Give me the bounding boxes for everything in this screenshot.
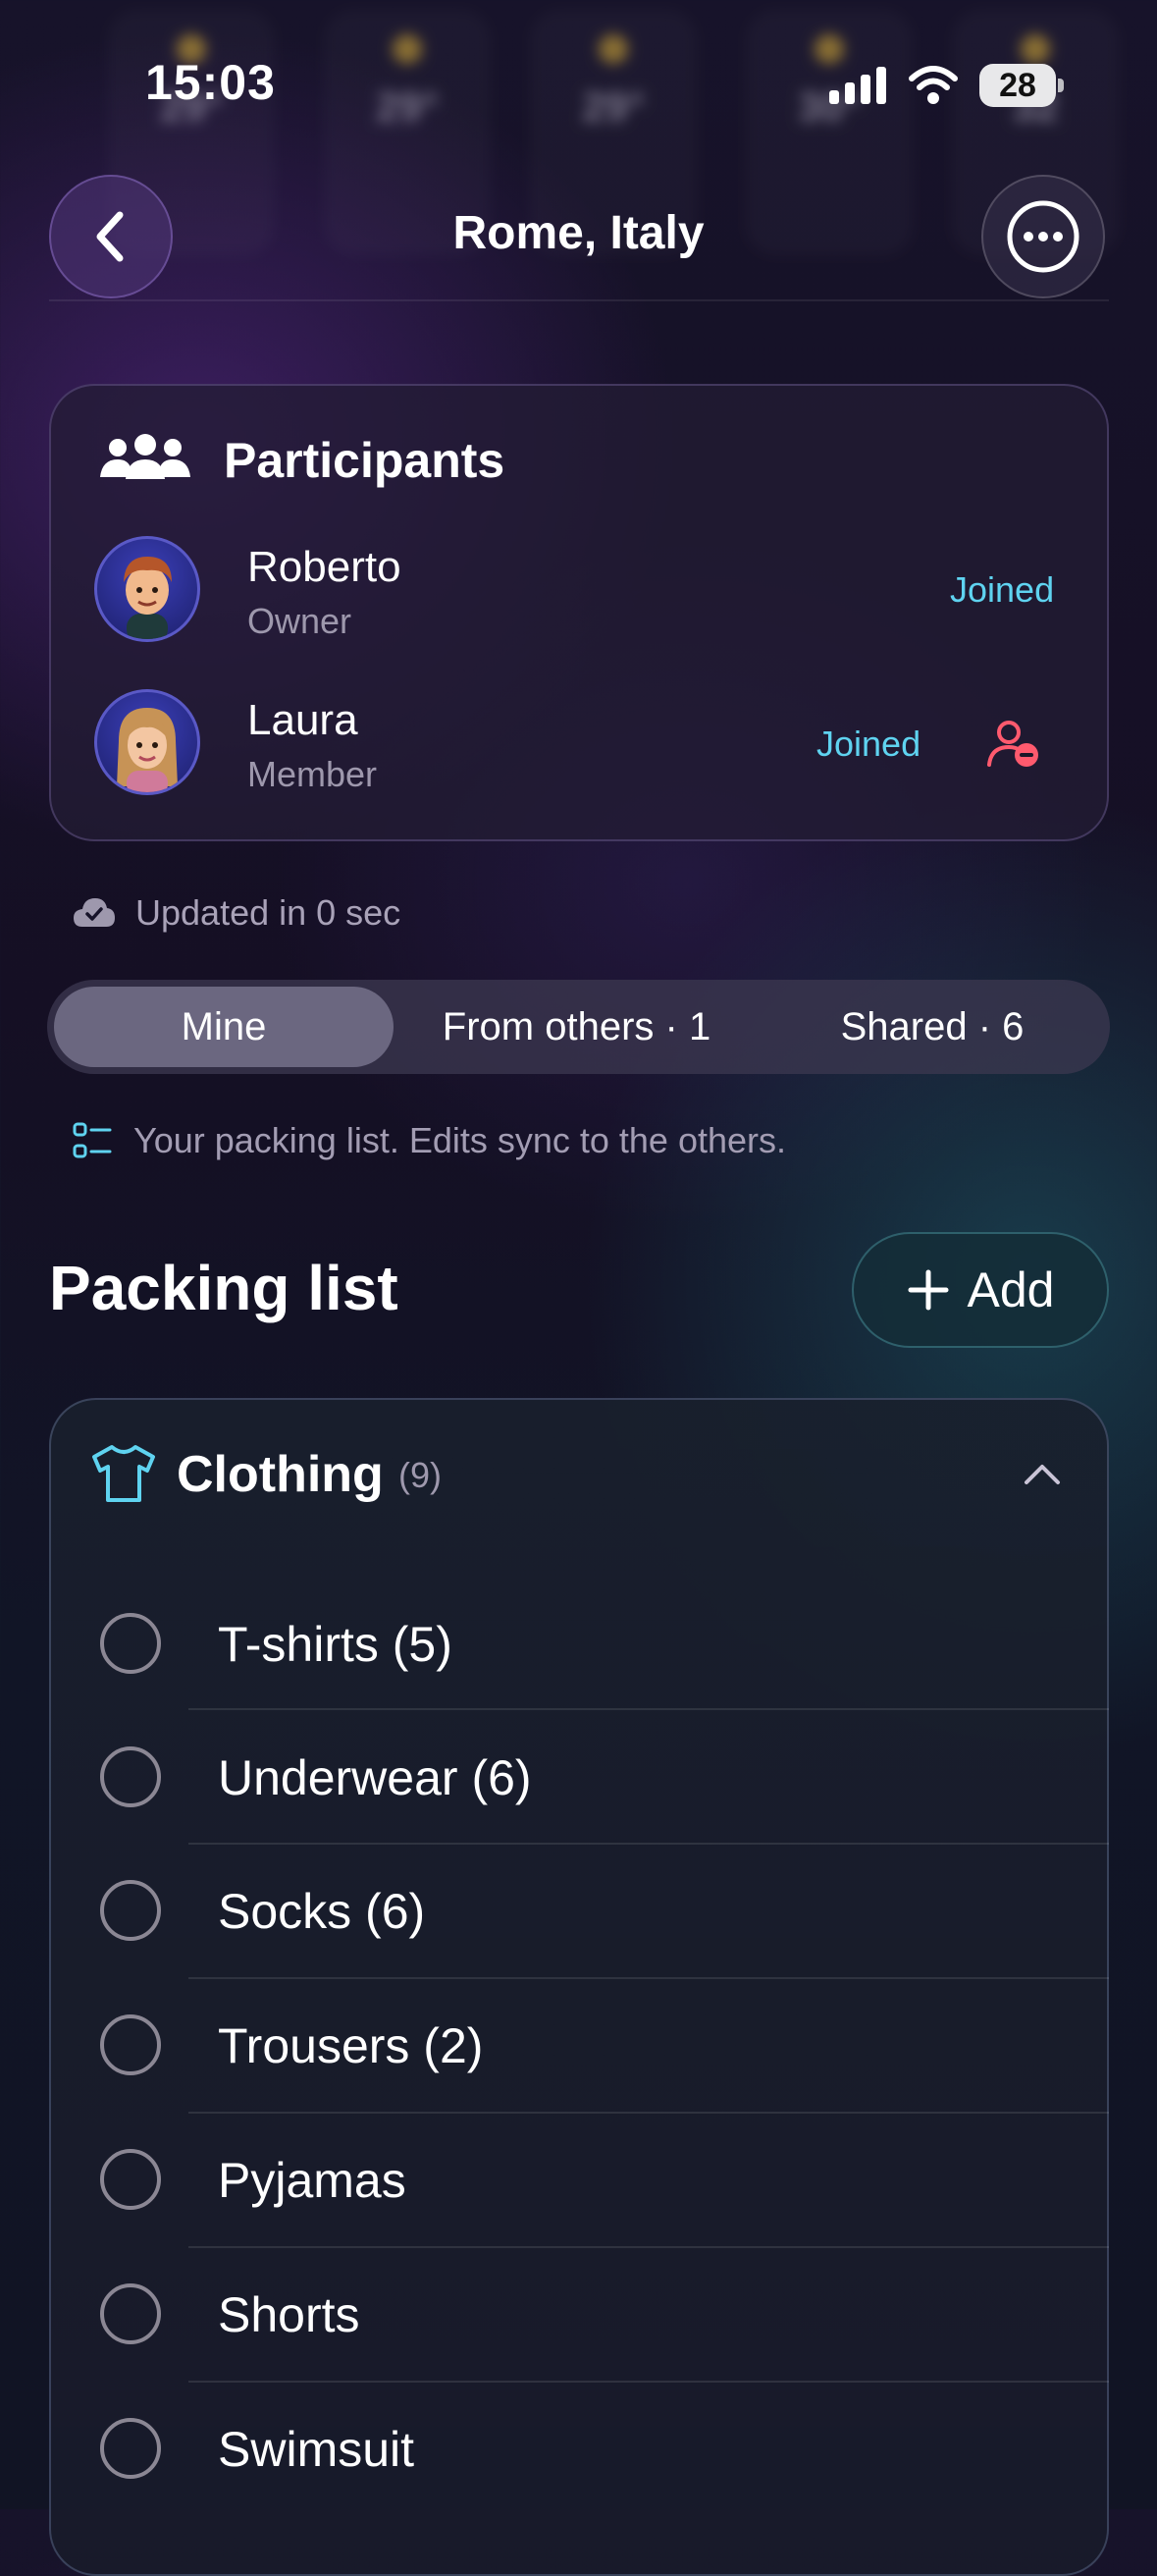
item-checkbox[interactable]: [100, 2418, 161, 2479]
list-item[interactable]: Swimsuit: [218, 2421, 414, 2478]
item-checkbox[interactable]: [100, 1613, 161, 1674]
participant-role: Owner: [247, 601, 352, 641]
item-divider: [188, 2112, 1109, 2114]
tab-hint: Your packing list. Edits sync to the oth…: [133, 1120, 787, 1160]
add-item-button[interactable]: Add: [852, 1232, 1109, 1348]
list-item[interactable]: Pyjamas: [218, 2152, 406, 2209]
category-count: (9): [398, 1455, 442, 1495]
list-item[interactable]: T-shirts (5): [218, 1616, 452, 1673]
packing-list-title: Packing list: [49, 1253, 398, 1323]
item-divider: [188, 1708, 1109, 1710]
checklist-icon: [73, 1122, 112, 1158]
list-item[interactable]: Trousers (2): [218, 2017, 483, 2074]
participant-status: Joined: [950, 569, 1055, 610]
battery-indicator: 28: [979, 64, 1056, 107]
remove-participant-icon[interactable]: [985, 718, 1042, 769]
tshirt-icon: [92, 1445, 155, 1502]
add-button-label: Add: [967, 1262, 1055, 1317]
item-checkbox[interactable]: [100, 2149, 161, 2210]
avatar-illustration: [117, 708, 178, 792]
item-divider: [188, 2246, 1109, 2248]
chevron-up-icon[interactable]: [1023, 1461, 1062, 1486]
participant-name: Laura: [247, 696, 358, 744]
ellipsis-icon: [1007, 200, 1079, 273]
sun-icon: [393, 34, 422, 64]
weather-temp: 29°: [376, 83, 439, 130]
plus-icon: [908, 1269, 949, 1311]
tab-from-others[interactable]: From others · 1: [402, 980, 751, 1074]
cloud-check-icon: [74, 898, 115, 927]
status-time: 15:03: [145, 55, 276, 110]
signal-icon: [829, 67, 886, 104]
sync-status: Updated in 0 sec: [135, 892, 401, 933]
more-options-button[interactable]: [981, 175, 1105, 298]
item-checkbox[interactable]: [100, 1880, 161, 1941]
participant-role: Member: [247, 754, 378, 794]
wifi-icon: [909, 66, 958, 104]
item-checkbox[interactable]: [100, 2014, 161, 2075]
battery-tip: [1058, 79, 1064, 92]
header-divider: [49, 299, 1109, 301]
weather-temp: 29°: [582, 83, 645, 130]
category-panel-clothing: [49, 1398, 1109, 2576]
tab-shared[interactable]: Shared · 6: [761, 980, 1104, 1074]
participants-title: Participants: [224, 433, 505, 488]
sun-icon: [1021, 34, 1050, 64]
item-divider: [188, 2381, 1109, 2383]
item-divider: [188, 1843, 1109, 1845]
avatar-laura[interactable]: [94, 689, 200, 795]
participant-status: Joined: [816, 724, 921, 764]
item-checkbox[interactable]: [100, 2283, 161, 2344]
participant-name: Roberto: [247, 543, 401, 591]
sun-icon: [815, 34, 844, 64]
list-item[interactable]: Underwear (6): [218, 1749, 532, 1806]
avatar-illustration: [124, 557, 172, 639]
list-item[interactable]: Shorts: [218, 2286, 360, 2343]
list-item[interactable]: Socks (6): [218, 1883, 425, 1940]
item-checkbox[interactable]: [100, 1746, 161, 1807]
avatar-roberto[interactable]: [94, 536, 200, 642]
sun-icon: [599, 34, 628, 64]
tab-mine[interactable]: Mine: [54, 980, 394, 1074]
participants-card: [49, 384, 1109, 841]
item-divider: [188, 1977, 1109, 1979]
people-group-icon: [100, 434, 190, 479]
category-title[interactable]: Clothing: [177, 1445, 384, 1504]
